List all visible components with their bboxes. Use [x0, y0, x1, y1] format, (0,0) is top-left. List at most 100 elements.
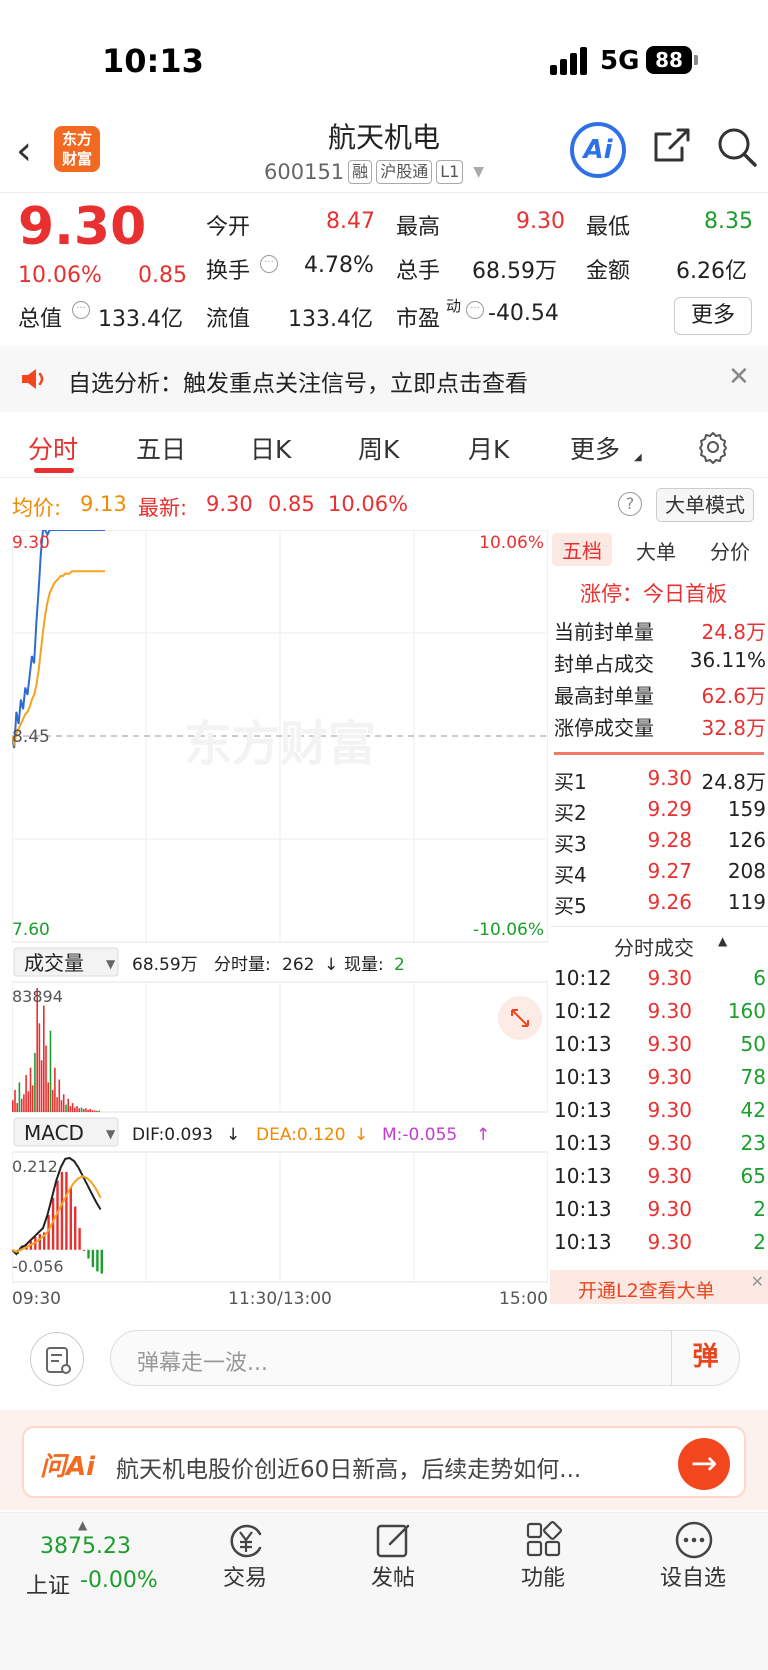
tab-big-orders[interactable]: 大单 [636, 536, 676, 565]
info-icon[interactable]: ··· [260, 255, 278, 273]
index-change[interactable]: -0.00% [80, 1568, 158, 1593]
ai-button[interactable]: Ai [570, 122, 626, 178]
comment-input[interactable]: 弹幕走一波... 弹 [110, 1330, 740, 1386]
tab-intraday[interactable]: 分时 [28, 430, 78, 466]
edit-icon[interactable] [374, 1520, 414, 1560]
dif-value: DIF:0.093 [132, 1125, 213, 1145]
tab-weekly-k[interactable]: 周K [358, 430, 399, 466]
trade-icon[interactable] [226, 1520, 266, 1560]
stat-value: 32.8万 [701, 716, 766, 740]
pct-bottom-label: -10.06% [473, 920, 544, 940]
info-icon[interactable]: ··· [72, 301, 90, 319]
ask-ai-input[interactable]: 问Ai 航天机电股价创近60日新高，后续走势如何... → [22, 1426, 746, 1498]
stock-code-line[interactable]: 600151 融 沪股通 L1 ▼ [264, 160, 484, 184]
close-icon[interactable]: ✕ [751, 1272, 764, 1291]
arrow-right-icon[interactable]: → [678, 1438, 730, 1490]
tab-five-levels[interactable]: 五档 [552, 533, 612, 566]
comment-bar: 弹幕走一波... 弹 [0, 1318, 768, 1408]
toolbar-add-watchlist[interactable]: 设自选 [638, 1560, 748, 1592]
index-name[interactable]: 上证 [26, 1568, 70, 1600]
tab-indicator [34, 468, 74, 473]
chart-tabs: 分时 五日 日K 周K 月K 更多 ◢ [0, 418, 768, 478]
close-icon[interactable]: ✕ [728, 362, 750, 392]
help-icon[interactable]: ? [618, 492, 642, 516]
stat-row: 涨停成交量 32.8万 [554, 712, 766, 742]
volume-bar [96, 1110, 98, 1112]
trade-time: 10:12 [554, 966, 612, 990]
info-icon[interactable]: ··· [466, 301, 484, 319]
comment-list-icon[interactable] [30, 1332, 84, 1386]
bid-label: 买4 [554, 863, 587, 887]
volume-bar [43, 1005, 45, 1112]
volume-label: 总手 [396, 259, 441, 284]
l2-banner[interactable]: 开通L2查看大单 ✕ [550, 1270, 768, 1304]
stat-value: 24.8万 [701, 620, 766, 644]
trade-time: 10:12 [554, 999, 612, 1023]
volume-title: 成交量 [24, 951, 84, 975]
share-icon[interactable] [652, 126, 692, 166]
toolbar-trade[interactable]: 交易 [190, 1560, 300, 1592]
tab-five-day[interactable]: 五日 [136, 430, 186, 466]
trade-volume: 50 [740, 1032, 766, 1056]
trade-time: 10:13 [554, 1131, 612, 1155]
macd-bar [91, 1249, 95, 1268]
status-bar: 10:13 5G 88 [0, 0, 768, 110]
trade-time: 10:13 [554, 1164, 612, 1188]
low-label: 最低 [586, 215, 631, 240]
x-label-close: 15:00 [499, 1289, 548, 1309]
pct-top-label: 10.06% [479, 533, 544, 553]
send-comment-button[interactable]: 弹 [671, 1331, 739, 1385]
now-volume-label: 现量: [344, 955, 384, 975]
big-order-mode-button[interactable]: 大单模式 [656, 488, 754, 522]
amount-value: 6.26亿 [676, 259, 747, 284]
trade-price: 9.30 [647, 1197, 692, 1221]
macd-title: MACD [24, 1121, 84, 1145]
avg-value: 9.13 [80, 492, 127, 516]
gear-icon[interactable] [696, 430, 730, 464]
more-button[interactable]: 更多 [674, 297, 752, 335]
macd-bar [100, 1249, 103, 1274]
open-label: 今开 [206, 215, 251, 240]
trade-price: 9.30 [647, 1164, 692, 1188]
notice-bar[interactable]: 自选分析：触发重点关注信号，立即点击查看 ✕ [0, 346, 768, 412]
now-volume-value: 2 [394, 955, 405, 975]
trades-title[interactable]: 分时成交 [614, 932, 694, 961]
more-icon[interactable] [674, 1520, 714, 1560]
macd-bar [87, 1249, 90, 1259]
signal-icon [550, 47, 590, 75]
bid-volume: 126 [727, 828, 766, 852]
volume-bar [16, 1103, 18, 1112]
toolbar-functions[interactable]: 功能 [488, 1560, 598, 1592]
notice-text: 自选分析：触发重点关注信号，立即点击查看 [68, 371, 528, 397]
intraday-chart-svg[interactable]: 东方财富 9.30 8.45 7.60 10.06% -10.06% 成交量 ▼… [11, 529, 549, 1312]
battery-icon: 88 [646, 46, 698, 74]
index-value[interactable]: 3875.23 [40, 1534, 131, 1559]
volume-bar [36, 988, 38, 1112]
search-icon[interactable] [716, 126, 758, 168]
bid-price: 9.27 [647, 859, 692, 883]
grid-icon[interactable] [524, 1520, 564, 1560]
caret-up-icon: ▲ [78, 1518, 88, 1532]
volume-bar [34, 1052, 36, 1112]
tab-monthly-k[interactable]: 月K [468, 430, 509, 466]
bid-row: 买5 9.26 119 [554, 890, 766, 920]
bid-row: 买2 9.29 159 [554, 797, 766, 827]
tab-more[interactable]: 更多 [570, 430, 620, 466]
document-icon [46, 1347, 71, 1374]
collapse-icon[interactable]: ▲ [718, 934, 727, 948]
latest-label: 最新: [138, 496, 188, 520]
tab-price-distribution[interactable]: 分价 [710, 536, 750, 565]
toolbar-post[interactable]: 发帖 [338, 1560, 448, 1592]
macd-bar [96, 1249, 99, 1272]
volume-bar [47, 1082, 49, 1112]
status-time: 10:13 [102, 42, 204, 80]
trade-time: 10:13 [554, 1065, 612, 1089]
bid-row: 买4 9.27 208 [554, 859, 766, 889]
stat-label: 当前封单量 [554, 620, 654, 644]
low-value: 8.35 [704, 209, 753, 234]
down-arrow-icon: ↓ [324, 955, 338, 975]
dropdown-icon[interactable]: ▼ [473, 164, 484, 180]
volume-bar [29, 1067, 32, 1112]
m-value: M:-0.055 [382, 1125, 457, 1145]
tab-daily-k[interactable]: 日K [250, 430, 291, 466]
